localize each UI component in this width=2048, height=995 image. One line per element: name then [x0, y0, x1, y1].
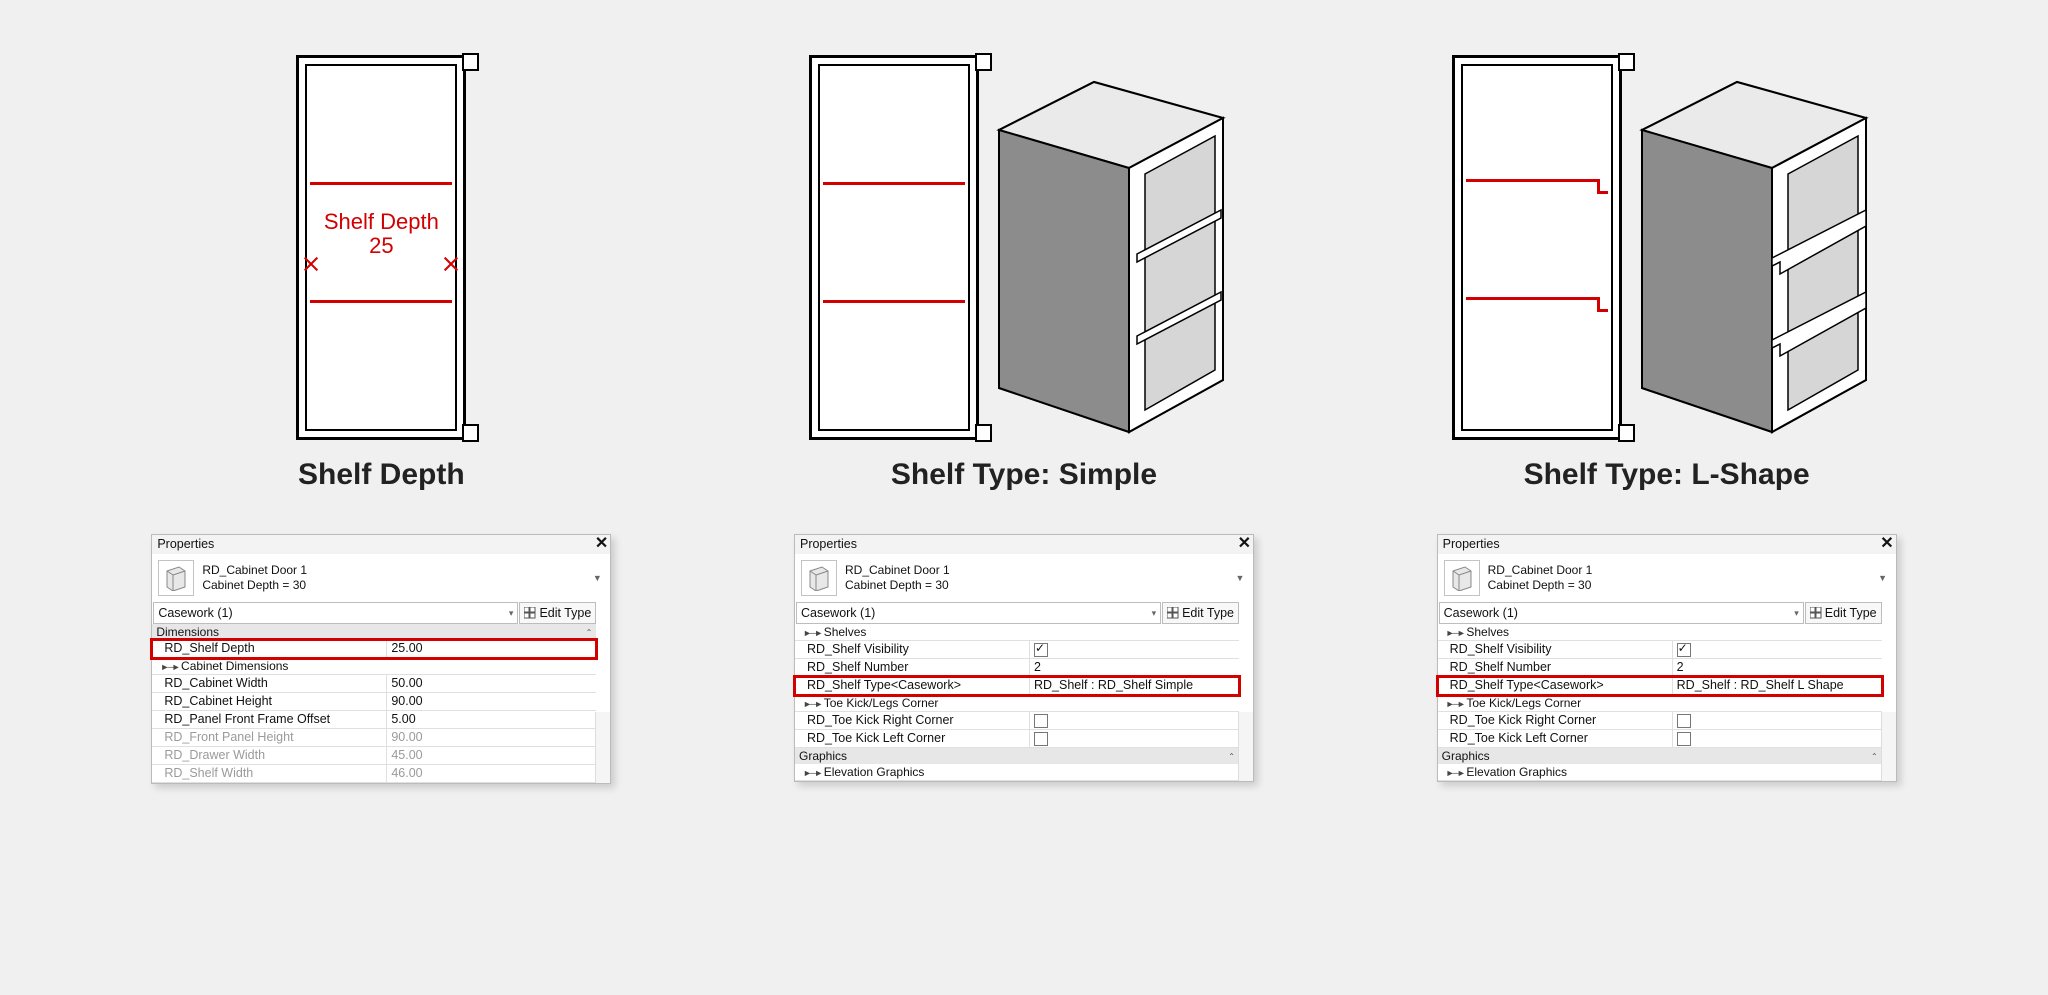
property-row-highlighted[interactable]: RD_Shelf Type<Casework> RD_Shelf : RD_Sh… [1438, 677, 1882, 695]
checkbox[interactable] [1034, 643, 1048, 657]
subgroup-toe-kick[interactable]: Toe Kick/Legs Corner [795, 695, 1239, 712]
subgroup-elevation-graphics[interactable]: Elevation Graphics [1438, 764, 1882, 781]
edit-type-icon [1167, 607, 1179, 619]
property-row[interactable]: RD_Shelf Visibility [795, 641, 1239, 659]
checkbox[interactable] [1677, 714, 1691, 728]
scrollbar[interactable] [1881, 712, 1896, 781]
shelf-l-line [1466, 179, 1608, 195]
dimension-label: Shelf Depth 25 [296, 210, 466, 258]
chevron-down-icon[interactable]: ▼ [1233, 570, 1247, 587]
cabinet-front-elevation [809, 55, 979, 440]
checkbox[interactable] [1677, 643, 1691, 657]
property-row-highlighted[interactable]: RD_Shelf Type<Casework> RD_Shelf : RD_Sh… [795, 677, 1239, 695]
checkbox[interactable] [1677, 732, 1691, 746]
shelf-line [823, 182, 965, 185]
subgroup-shelves[interactable]: Shelves [795, 624, 1239, 641]
cabinet-front-elevation: Shelf Depth 25 [296, 55, 466, 440]
property-row[interactable]: RD_Shelf Number2 [795, 659, 1239, 677]
cabinet-front-elevation [1452, 55, 1622, 440]
property-row[interactable]: RD_Cabinet Width50.00 [152, 675, 596, 693]
panel-title: Properties [1443, 537, 1500, 551]
edit-type-icon [1810, 607, 1822, 619]
close-icon[interactable]: ✕ [595, 536, 608, 552]
property-row[interactable]: RD_Front Panel Height90.00 [152, 729, 596, 747]
shelf-line [310, 182, 452, 185]
edit-type-button[interactable]: Edit Type [1162, 602, 1239, 624]
group-header-graphics[interactable]: Graphics⌃ [1438, 748, 1882, 764]
properties-panel: Properties ✕ RD_Cabinet Door 1Cabinet De… [794, 534, 1254, 782]
caption: Shelf Type: Simple [891, 458, 1157, 492]
property-row[interactable]: RD_Toe Kick Right Corner [795, 712, 1239, 730]
property-row[interactable]: RD_Toe Kick Left Corner [795, 730, 1239, 748]
family-thumbnail-icon [158, 560, 194, 596]
scrollbar[interactable] [595, 712, 610, 783]
type-selector[interactable]: RD_Cabinet Door 1 Cabinet Depth = 30 ▼ [152, 554, 610, 602]
shelf-l-line [1466, 297, 1608, 313]
family-thumbnail-icon [801, 560, 837, 596]
panel-title: Properties [800, 537, 857, 551]
cabinet-3d-view [1612, 40, 1882, 440]
property-row[interactable]: RD_Toe Kick Left Corner [1438, 730, 1882, 748]
type-selector[interactable]: RD_Cabinet Door 1Cabinet Depth = 30 ▼ [795, 554, 1253, 602]
checkbox[interactable] [1034, 732, 1048, 746]
properties-panel: Properties ✕ RD_Cabinet Door 1Cabinet De… [1437, 534, 1897, 782]
group-header-dimensions[interactable]: Dimensions⌃ [152, 624, 596, 640]
family-thumbnail-icon [1444, 560, 1480, 596]
category-filter-dropdown[interactable]: Casework (1)▾ [153, 602, 518, 624]
subgroup-elevation-graphics[interactable]: Elevation Graphics [795, 764, 1239, 781]
property-row[interactable]: RD_Drawer Width45.00 [152, 747, 596, 765]
edit-type-icon [524, 607, 536, 619]
chevron-down-icon[interactable]: ▼ [590, 570, 604, 587]
category-filter-dropdown[interactable]: Casework (1)▾ [796, 602, 1161, 624]
subgroup-cabinet-dimensions[interactable]: Cabinet Dimensions [152, 658, 596, 675]
property-row[interactable]: RD_Toe Kick Right Corner [1438, 712, 1882, 730]
edit-type-button[interactable]: Edit Type [519, 602, 596, 624]
type-selector[interactable]: RD_Cabinet Door 1Cabinet Depth = 30 ▼ [1438, 554, 1896, 602]
property-row[interactable]: RD_Shelf Number2 [1438, 659, 1882, 677]
close-icon[interactable]: ✕ [1238, 536, 1251, 552]
property-row-highlighted[interactable]: RD_Shelf Depth 25.00 [152, 640, 596, 658]
property-row[interactable]: RD_Shelf Visibility [1438, 641, 1882, 659]
close-icon[interactable]: ✕ [1880, 536, 1893, 552]
scrollbar[interactable] [1238, 712, 1253, 781]
property-row[interactable]: RD_Panel Front Frame Offset5.00 [152, 711, 596, 729]
subgroup-shelves[interactable]: Shelves [1438, 624, 1882, 641]
shelf-line [310, 300, 452, 303]
group-header-graphics[interactable]: Graphics⌃ [795, 748, 1239, 764]
panel-title: Properties [157, 537, 214, 551]
property-row[interactable]: RD_Shelf Width46.00 [152, 765, 596, 783]
category-filter-dropdown[interactable]: Casework (1)▾ [1439, 602, 1804, 624]
edit-type-button[interactable]: Edit Type [1805, 602, 1882, 624]
caption: Shelf Depth [298, 458, 465, 492]
checkbox[interactable] [1034, 714, 1048, 728]
cabinet-3d-view [969, 40, 1239, 440]
subgroup-toe-kick[interactable]: Toe Kick/Legs Corner [1438, 695, 1882, 712]
property-row[interactable]: RD_Cabinet Height90.00 [152, 693, 596, 711]
caption: Shelf Type: L-Shape [1524, 458, 1810, 492]
chevron-down-icon[interactable]: ▼ [1876, 570, 1890, 587]
shelf-line [823, 300, 965, 303]
properties-panel: Properties ✕ RD_Cabinet Door 1 Cabinet D… [151, 534, 611, 784]
